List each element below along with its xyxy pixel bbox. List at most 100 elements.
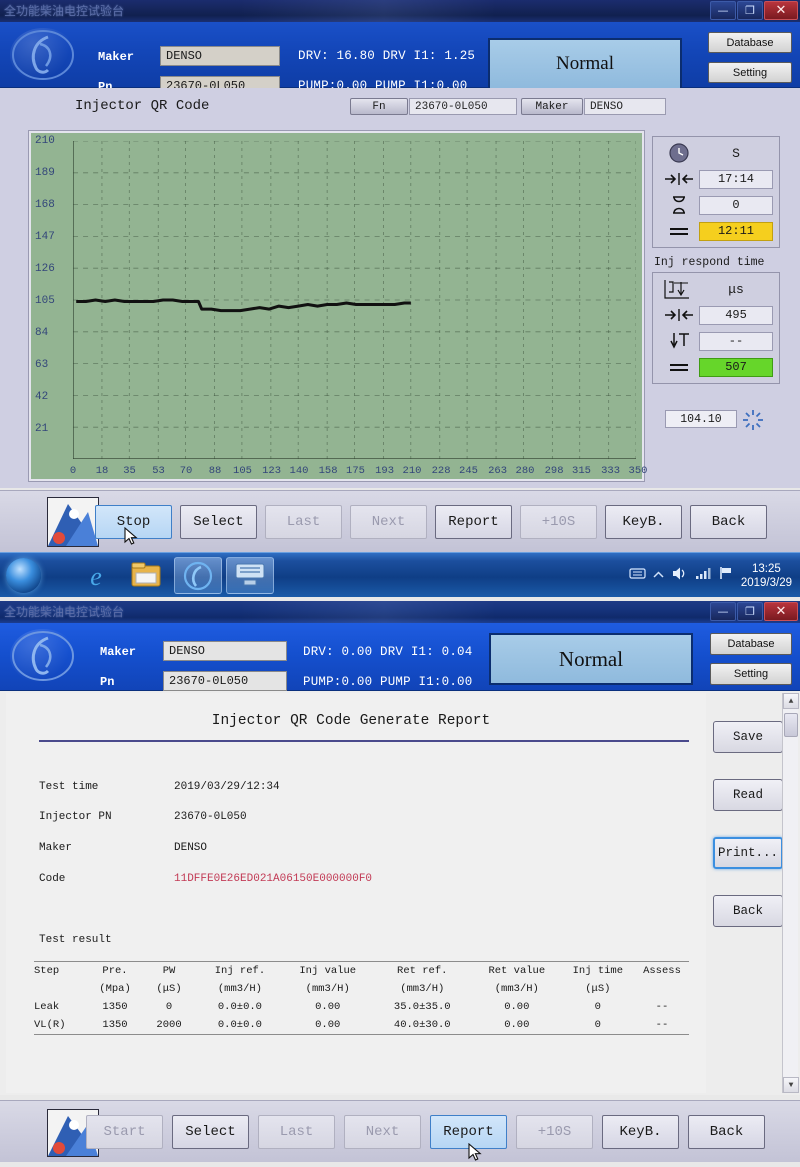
restore-button[interactable]: ❐ (737, 1, 763, 20)
chart-x-tick: 333 (601, 465, 620, 477)
table-cell: 0.00 (315, 1001, 341, 1013)
inj-respond-box: μs 495 -- 507 (652, 272, 780, 384)
window2-titlebar[interactable]: 全功能柴油电控试验台 — ❐ ✕ (0, 601, 800, 623)
chart-x-tick: 158 (318, 465, 338, 477)
test-bench-app-icon[interactable] (174, 557, 222, 594)
volume-icon[interactable] (671, 566, 688, 586)
action-center-icon[interactable] (719, 566, 734, 585)
falling-edge-icon (659, 331, 699, 351)
maker-pill-button[interactable]: Maker (521, 98, 583, 115)
chart-x-tick: 0 (69, 465, 77, 477)
toolbar-button-report[interactable]: Report (430, 1115, 507, 1149)
file-explorer-icon[interactable] (122, 557, 170, 594)
toolbar-button-back[interactable]: Back (690, 505, 767, 539)
waveform-icon (659, 278, 699, 300)
table-cell: 0.00 (315, 1019, 341, 1031)
window2-title: 全功能柴油电控试验台 (4, 605, 125, 619)
scroll-up-icon[interactable]: ▲ (783, 693, 799, 709)
pn-pill-button[interactable]: Fn (350, 98, 408, 115)
report-field-label: Maker (39, 842, 73, 854)
toolbar-button-keyb[interactable]: KeyB. (602, 1115, 679, 1149)
toolbar-button-start: Start (86, 1115, 163, 1149)
report-scrollbar[interactable]: ▲ ▼ (782, 693, 799, 1093)
toolbar-button-next: Next (344, 1115, 421, 1149)
chart-x-tick: 298 (544, 465, 564, 477)
pn-label-2: Pn (100, 675, 115, 689)
timer-box: S 17:14 0 12:11 (652, 136, 780, 248)
test-bench-window-2: 全功能柴油电控试验台 — ❐ ✕ Maker DENSO Pn 23670-0L… (0, 601, 800, 1162)
chart-x-tick: 350 (628, 465, 648, 477)
toolbar-button-stop[interactable]: Stop (95, 505, 172, 539)
system-tray: 13:25 2019/3/29 (629, 553, 796, 598)
side-button-print[interactable]: Print... (713, 837, 783, 869)
qr-maker-value: DENSO (584, 98, 666, 115)
maker-field[interactable]: DENSO (160, 46, 280, 66)
toolbar-button-back[interactable]: Back (688, 1115, 765, 1149)
report-divider (39, 740, 689, 742)
chart-y-tick: 168 (35, 199, 55, 211)
busy-spinner-icon (742, 409, 764, 431)
minimize-button-2[interactable]: — (710, 602, 736, 621)
chart-x-tick: 18 (95, 465, 109, 477)
chart-x-tick: 88 (208, 465, 222, 477)
network-icon[interactable] (695, 566, 712, 585)
table-cell: Assess (643, 965, 681, 977)
chart-y-tick: 84 (35, 327, 49, 339)
show-hidden-icons-icon[interactable] (653, 567, 664, 585)
windows-start-orb[interactable] (6, 558, 41, 593)
toolbar-button-select[interactable]: Select (172, 1115, 249, 1149)
chart-x-tick: 175 (346, 465, 365, 477)
scroll-down-icon[interactable]: ▼ (783, 1077, 799, 1093)
chart-x-tick: 228 (431, 465, 451, 477)
table-bottom-rule (34, 1034, 689, 1035)
table-cell: 0.00 (504, 1019, 530, 1031)
status-display: Normal (488, 38, 682, 90)
report-field-label: Test time (39, 781, 99, 793)
restore-button-2[interactable]: ❐ (737, 602, 763, 621)
toolbar-button-keyb[interactable]: KeyB. (605, 505, 682, 539)
chart-x-tick: 315 (572, 465, 591, 477)
count-value: 0 (699, 195, 773, 215)
pn-field-2[interactable]: 23670-0L050 (163, 671, 287, 691)
database-button[interactable]: Database (708, 32, 792, 53)
taskbar-clock[interactable]: 13:25 2019/3/29 (741, 562, 796, 590)
table-cell: 0 (594, 1019, 601, 1031)
chart-y-tick: 21 (35, 423, 49, 435)
toolbar-button-last: Last (258, 1115, 335, 1149)
chart-x-tick: 53 (152, 465, 165, 477)
setting-button[interactable]: Setting (708, 62, 792, 83)
span-arrows-icon (659, 173, 699, 185)
side-button-back[interactable]: Back (713, 895, 783, 927)
scrollbar-thumb[interactable] (784, 713, 798, 737)
table-cell: Inj value (299, 965, 357, 977)
minimize-button[interactable]: — (710, 1, 736, 20)
table-cell: 0 (594, 1001, 601, 1013)
clock-time: 13:25 (752, 562, 781, 575)
maker-field-2[interactable]: DENSO (163, 641, 287, 661)
chart-y-tick: 126 (35, 263, 55, 275)
chart-x-tick: 280 (515, 465, 535, 477)
toolbar-button-last: Last (265, 505, 342, 539)
side-button-read[interactable]: Read (713, 779, 783, 811)
toolbar-button-report[interactable]: Report (435, 505, 512, 539)
respond-unit-row: μs (659, 278, 773, 300)
report-field-value: 2019/03/29/12:34 (174, 781, 280, 793)
drv-readout: DRV: 16.80 DRV I1: 1.25 (298, 49, 476, 63)
window1-title: 全功能柴油电控试验台 (4, 4, 125, 18)
test-bench-window-1: 全功能柴油电控试验台 — ❐ ✕ Maker DENSO Pn 23670-0L… (0, 0, 800, 597)
clock-date: 2019/3/29 (740, 576, 792, 589)
keyboard-tray-icon[interactable] (629, 567, 646, 585)
database-button-2[interactable]: Database (710, 633, 792, 655)
close-button[interactable]: ✕ (764, 1, 798, 20)
side-button-save[interactable]: Save (713, 721, 783, 753)
toolbar-button-select[interactable]: Select (180, 505, 257, 539)
table-cell: Step (34, 965, 60, 977)
windows-taskbar: e 13:25 2019/3/29 (0, 552, 800, 597)
toolbar-button--10s: +10S (516, 1115, 593, 1149)
setting-button-2[interactable]: Setting (710, 663, 792, 685)
window1-titlebar[interactable]: 全功能柴油电控试验台 — ❐ ✕ (0, 0, 800, 22)
internet-explorer-icon[interactable]: e (72, 557, 120, 594)
chart-x-tick: 245 (459, 465, 478, 477)
virtual-keyboard-icon[interactable] (226, 557, 274, 594)
close-button-2[interactable]: ✕ (764, 602, 798, 621)
